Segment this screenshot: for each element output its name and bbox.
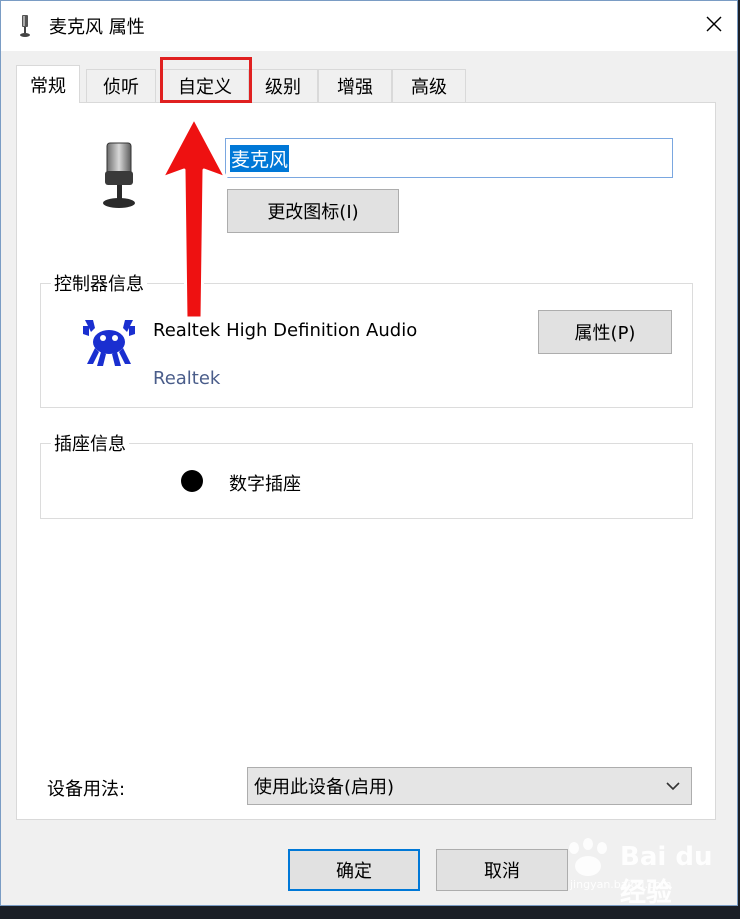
cancel-button[interactable]: 取消 <box>436 849 568 891</box>
device-usage-label: 设备用法: <box>47 779 126 800</box>
close-button[interactable] <box>691 1 737 47</box>
device-name-value: 麦克风 <box>230 144 290 172</box>
jack-label: 数字插座 <box>229 474 301 495</box>
title-bar: 麦克风 属性 <box>1 1 737 51</box>
chevron-down-icon <box>666 782 680 791</box>
general-tab-panel: 麦克风 更改图标(I) 控制器信息 Realtek High Definitio… <box>16 102 716 820</box>
microphone-icon <box>20 15 30 37</box>
tab-general[interactable]: 常规 <box>16 65 80 103</box>
window-title: 麦克风 属性 <box>49 17 145 38</box>
controller-info-group: 控制器信息 Realtek High Definition Audio Real… <box>40 270 693 408</box>
close-icon <box>706 16 722 32</box>
tab-listen[interactable]: 侦听 <box>86 69 156 102</box>
change-icon-button[interactable]: 更改图标(I) <box>227 189 399 233</box>
tab-enhancements[interactable]: 增强 <box>318 69 392 102</box>
device-name-input[interactable]: 麦克风 <box>225 138 673 178</box>
controller-name: Realtek High Definition Audio <box>153 320 418 341</box>
watermark-url: jingyan.baidu.com <box>570 878 672 891</box>
device-usage-select[interactable]: 使用此设备(启用) <box>247 767 692 805</box>
microphone-icon <box>103 142 135 208</box>
realtek-logo-icon <box>83 320 135 366</box>
controller-properties-button[interactable]: 属性(P) <box>538 310 672 354</box>
baidu-watermark: Bai du 经验 jingyan.baidu.com <box>560 838 730 908</box>
jack-info-title: 插座信息 <box>51 430 129 456</box>
paw-icon <box>569 838 607 876</box>
annotation-arrow-icon <box>160 118 228 318</box>
watermark-text: Bai du 经验 <box>620 842 713 908</box>
properties-window: 麦克风 属性 常规 侦听 自定义 级别 增强 高级 麦克风 更改图标(I) 控制… <box>0 0 738 906</box>
controller-info-title: 控制器信息 <box>51 270 147 296</box>
controller-vendor: Realtek <box>153 368 221 389</box>
tab-levels[interactable]: 级别 <box>248 69 318 102</box>
tab-advanced[interactable]: 高级 <box>392 69 466 102</box>
annotation-highlight-box <box>160 57 252 103</box>
jack-info-group: 插座信息 数字插座 <box>40 430 693 519</box>
device-usage-value: 使用此设备(启用) <box>254 777 395 798</box>
jack-color-dot <box>181 470 203 492</box>
ok-button[interactable]: 确定 <box>288 849 420 891</box>
